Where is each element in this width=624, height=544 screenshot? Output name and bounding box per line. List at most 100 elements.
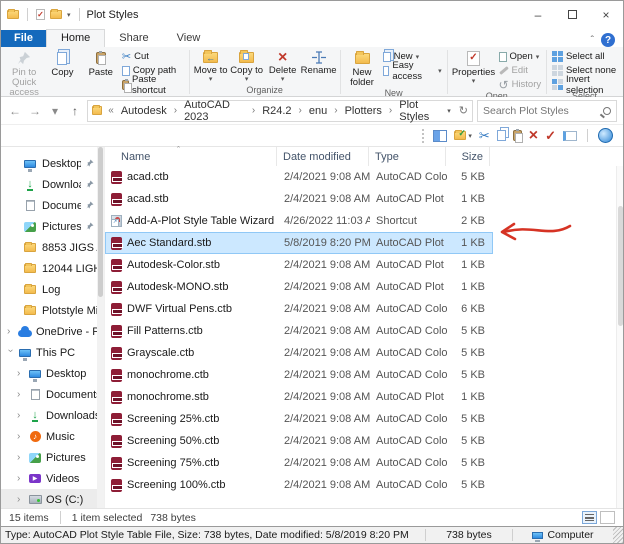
sidebar-item-pictures[interactable]: Pictures <box>1 216 97 237</box>
help-icon[interactable]: ? <box>601 33 615 47</box>
forward-button[interactable]: → <box>27 104 43 118</box>
sidebar-item-downloads[interactable]: ↓Downloads <box>1 174 97 195</box>
breadcrumb[interactable]: « Autodesk › AutoCAD 2023 › R24.2 › enu … <box>87 100 473 122</box>
easy-access-button[interactable]: Easy access▾ <box>381 64 444 77</box>
sidebar-item-folder[interactable]: Plotstyle Missin <box>1 300 97 321</box>
breadcrumb-segment[interactable]: R24.2 <box>261 105 292 117</box>
breadcrumb-segment[interactable]: enu <box>308 105 328 117</box>
new-folder-icon[interactable] <box>50 10 62 19</box>
sidebar-item-pc-documents[interactable]: ›Documents <box>1 384 97 405</box>
move-to-button[interactable]: ← Move to▾ <box>193 48 229 83</box>
maximize-button[interactable] <box>555 1 589 28</box>
sidebar-item-pc-pictures[interactable]: ›Pictures <box>1 447 97 468</box>
search-input[interactable] <box>483 105 599 117</box>
sidebar-scrollbar[interactable] <box>97 147 104 508</box>
rename-field-icon[interactable] <box>563 131 577 141</box>
file-row[interactable]: Screening 50%.ctb2/4/2021 9:08 AMAutoCAD… <box>105 430 493 452</box>
sidebar-item-pc-music[interactable]: ›♪Music <box>1 426 97 447</box>
file-row-selected[interactable]: Aec Standard.stb5/8/2019 8:20 PMAutoCAD … <box>105 232 493 254</box>
file-row[interactable]: monochrome.ctb2/4/2021 9:08 AMAutoCAD Co… <box>105 364 493 386</box>
delete-button[interactable]: × Delete▾ <box>265 48 301 83</box>
apply-check-icon[interactable]: ✓ <box>545 128 556 144</box>
chevron-right-icon[interactable]: › <box>17 452 24 463</box>
file-row[interactable]: Screening 100%.ctb2/4/2021 9:08 AMAutoCA… <box>105 474 493 496</box>
paste-shortcut-button[interactable]: Paste shortcut <box>120 78 186 91</box>
large-icons-view-button[interactable] <box>600 511 615 524</box>
column-header-size[interactable]: Size <box>446 147 490 166</box>
recent-locations-chevron-icon[interactable]: ▾ <box>47 104 63 118</box>
copy-to-button[interactable]: Copy to▾ <box>229 48 265 83</box>
chevron-right-icon[interactable]: › <box>7 326 14 337</box>
sidebar-item-folder[interactable]: 12044 LIGHT M <box>1 258 97 279</box>
details-view-button[interactable] <box>582 511 597 524</box>
search-icon[interactable] <box>603 107 611 115</box>
chevron-right-icon[interactable]: › <box>17 389 24 400</box>
search-box[interactable] <box>477 100 617 122</box>
address-dropdown-chevron-icon[interactable]: ▾ <box>447 107 451 115</box>
file-row[interactable]: acad.ctb2/4/2021 9:08 AMAutoCAD Color-d.… <box>105 166 493 188</box>
column-header-type[interactable]: Type <box>369 147 446 166</box>
file-row[interactable]: Screening 25%.ctb2/4/2021 9:08 AMAutoCAD… <box>105 408 493 430</box>
delete-icon[interactable]: × <box>529 129 538 143</box>
tab-view[interactable]: View <box>163 30 215 47</box>
toolbar-drag-handle[interactable] <box>422 129 424 143</box>
chevron-right-icon[interactable]: › <box>17 494 24 505</box>
back-button[interactable]: ← <box>7 104 23 118</box>
preview-pane-icon[interactable] <box>433 130 447 142</box>
sidebar-item-pc-videos[interactable]: ›▶Videos <box>1 468 97 489</box>
open-button[interactable]: Open▾ <box>497 50 544 63</box>
file-row[interactable]: Autodesk-MONO.stb2/4/2021 9:08 AMAutoCAD… <box>105 276 493 298</box>
new-folder-button[interactable]: New folder <box>343 48 380 88</box>
sidebar-item-onedrive[interactable]: ›OneDrive - Perso <box>1 321 97 342</box>
file-row[interactable]: Autodesk-Color.stb2/4/2021 9:08 AMAutoCA… <box>105 254 493 276</box>
rename-button[interactable]: Rename <box>301 48 337 76</box>
shell-icon[interactable] <box>598 128 613 143</box>
resize-grip[interactable] <box>613 527 623 543</box>
tab-file[interactable]: File <box>1 30 46 47</box>
tab-share[interactable]: Share <box>105 30 162 47</box>
chevron-right-icon[interactable]: › <box>17 431 24 442</box>
sidebar-item-documents[interactable]: Documents <box>1 195 97 216</box>
folder-options-button[interactable]: ✓▾ <box>454 131 472 140</box>
breadcrumb-segment[interactable]: AutoCAD 2023 <box>183 99 246 123</box>
chevron-right-icon[interactable]: › <box>17 473 24 484</box>
up-button[interactable]: ↑ <box>67 104 83 118</box>
cut-button[interactable]: ✂Cut <box>120 50 186 63</box>
cut-icon[interactable]: ✂ <box>479 128 490 144</box>
select-all-button[interactable]: Select all <box>550 50 619 63</box>
chevron-right-icon[interactable]: › <box>17 368 24 379</box>
file-row[interactable]: Screening 75%.ctb2/4/2021 9:08 AMAutoCAD… <box>105 452 493 474</box>
file-list-scrollbar[interactable] <box>616 166 623 508</box>
sidebar-item-folder[interactable]: Log <box>1 279 97 300</box>
invert-selection-button[interactable]: Invert selection <box>550 78 619 91</box>
copy-icon[interactable] <box>497 130 506 141</box>
file-row[interactable]: Add-A-Plot Style Table Wizard4/26/2022 1… <box>105 210 493 232</box>
breadcrumb-segment[interactable]: Plot Styles <box>398 99 443 123</box>
file-row[interactable]: DWF Virtual Pens.ctb2/4/2021 9:08 AMAuto… <box>105 298 493 320</box>
chevron-right-icon[interactable]: › <box>17 410 24 421</box>
file-row[interactable]: Fill Patterns.ctb2/4/2021 9:08 AMAutoCAD… <box>105 320 493 342</box>
sidebar-item-pc-os-c[interactable]: ›OS (C:) <box>1 489 97 508</box>
file-row[interactable]: Grayscale.ctb2/4/2021 9:08 AMAutoCAD Col… <box>105 342 493 364</box>
history-button[interactable]: ↺History <box>497 78 544 91</box>
properties-icon[interactable]: ✓ <box>36 9 45 20</box>
properties-button[interactable]: ✓ Properties▾ <box>451 48 497 85</box>
breadcrumb-segment[interactable]: Autodesk <box>120 105 168 117</box>
sidebar-item-pc-desktop[interactable]: ›Desktop <box>1 363 97 384</box>
paste-button[interactable]: Paste <box>82 48 120 78</box>
refresh-icon[interactable]: ↻ <box>459 104 468 117</box>
qat-customize-chevron-icon[interactable]: ▾ <box>67 11 71 19</box>
column-header-date-modified[interactable]: Date modified <box>277 147 369 166</box>
breadcrumb-overflow[interactable]: « <box>106 105 116 116</box>
copy-button[interactable]: Copy <box>43 48 81 78</box>
file-row[interactable]: acad.stb2/4/2021 9:08 AMAutoCAD Plot Sty… <box>105 188 493 210</box>
file-row[interactable]: monochrome.stb2/4/2021 9:08 AMAutoCAD Pl… <box>105 386 493 408</box>
close-button[interactable]: × <box>589 1 623 28</box>
sidebar-item-folder[interactable]: 8853 JIGS ASSY <box>1 237 97 258</box>
column-header-name[interactable]: Nameˆ <box>105 147 277 166</box>
minimize-button[interactable]: – <box>521 1 555 28</box>
edit-button[interactable]: Edit <box>497 64 544 77</box>
tab-home[interactable]: Home <box>46 29 105 47</box>
sidebar-item-this-pc[interactable]: ›This PC <box>1 342 97 363</box>
sidebar-item-pc-downloads[interactable]: ›↓Downloads <box>1 405 97 426</box>
